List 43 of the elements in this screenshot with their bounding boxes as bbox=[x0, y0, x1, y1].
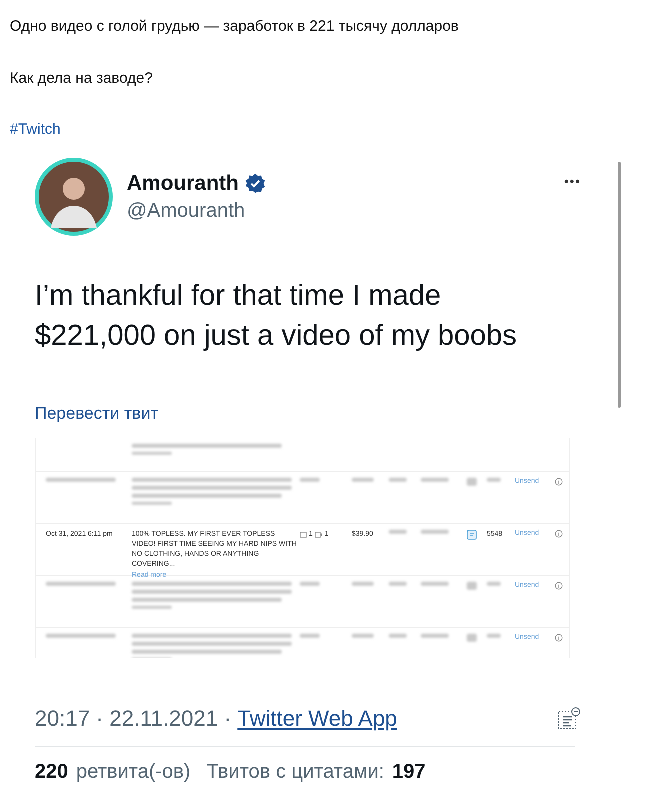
blurred-text bbox=[487, 582, 501, 586]
blurred-text bbox=[46, 634, 116, 638]
quote-label: Твитов с цитатами: bbox=[206, 761, 384, 784]
user-handle: @Amouranth bbox=[127, 200, 246, 222]
blurred-text bbox=[389, 530, 407, 534]
message-icon bbox=[467, 530, 477, 540]
tweet-text: I’m thankful for that time I made $221,000 on just a video of my boobs bbox=[35, 279, 518, 354]
info-icon[interactable] bbox=[555, 478, 563, 486]
blurred-text bbox=[46, 478, 116, 482]
blurred-text bbox=[352, 478, 374, 482]
post-text: Как дела на заводе? bbox=[10, 69, 154, 89]
blurred-text bbox=[352, 582, 374, 586]
scrollbar[interactable] bbox=[618, 162, 621, 408]
blurred-text bbox=[421, 634, 449, 638]
tweet-time: 20:17 · 22.11.2021 · bbox=[35, 706, 233, 732]
blurred-text bbox=[389, 478, 407, 482]
post-title: Одно видео с голой грудью — заработок в 221 тысячу долларов bbox=[10, 17, 460, 37]
retweet-count: 220 bbox=[35, 761, 68, 783]
blurred-text bbox=[46, 582, 116, 586]
blurred-text bbox=[352, 634, 374, 638]
source-link[interactable]: Twitter Web App bbox=[238, 706, 398, 732]
video-icon bbox=[314, 532, 323, 538]
info-icon[interactable] bbox=[555, 530, 563, 538]
blurred-text bbox=[421, 582, 449, 586]
user-name[interactable]: Amouranth bbox=[127, 172, 239, 196]
blurred-icon bbox=[467, 634, 477, 642]
blurred-text bbox=[487, 478, 501, 482]
blurred-text bbox=[421, 478, 449, 482]
more-button[interactable]: ••• bbox=[564, 174, 581, 189]
blurred-icon bbox=[467, 478, 477, 486]
blurred-text bbox=[389, 582, 407, 586]
info-icon[interactable] bbox=[555, 582, 563, 590]
blurred-text bbox=[487, 634, 501, 638]
info-icon[interactable] bbox=[555, 634, 563, 642]
blurred-text bbox=[421, 530, 449, 534]
quote-count: 197 bbox=[392, 761, 426, 784]
translate-link[interactable]: Перевести твит bbox=[35, 404, 158, 424]
retweet-label: ретвита(-ов) bbox=[76, 761, 191, 784]
hashtag-link[interactable]: #Twitch bbox=[10, 120, 61, 140]
analytics-icon[interactable] bbox=[557, 707, 581, 731]
blurred-icon bbox=[467, 582, 477, 590]
blurred-text bbox=[389, 634, 407, 638]
image-icon bbox=[300, 532, 307, 538]
